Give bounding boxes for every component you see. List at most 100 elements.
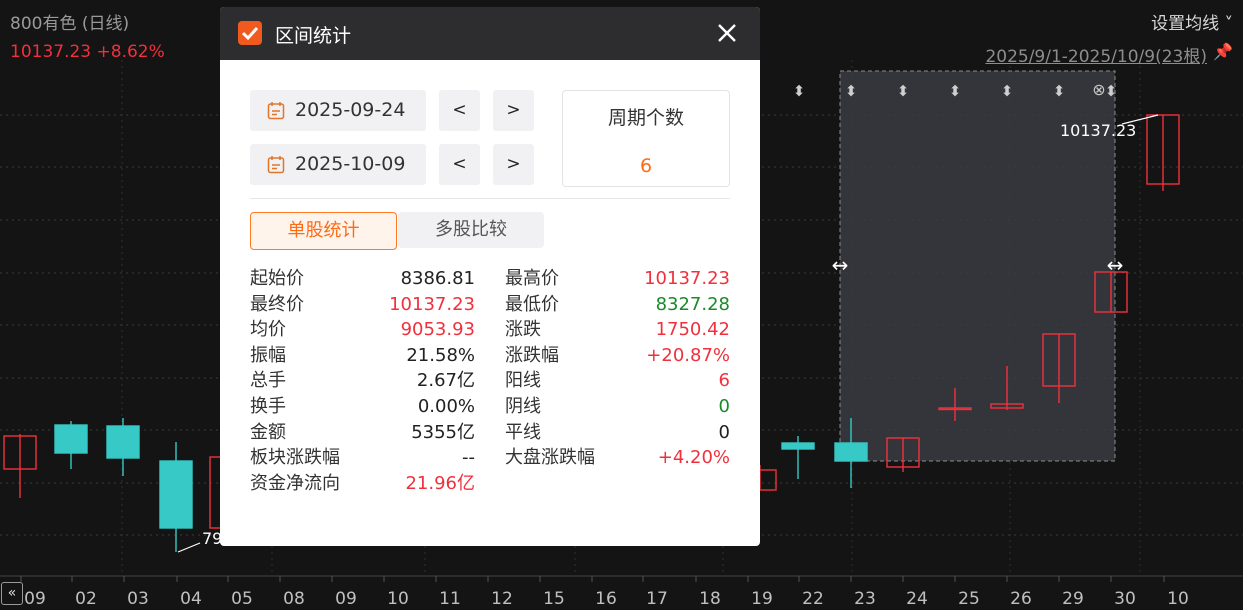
divider — [250, 198, 730, 199]
x-axis-label: 04 — [180, 589, 202, 609]
x-axis-label: 17 — [646, 589, 668, 609]
x-axis-label: 02 — [75, 589, 97, 609]
drag-handle-icon: ⬍ — [793, 82, 806, 100]
start-date-next-button[interactable]: > — [493, 90, 534, 131]
left_stats-label: 振幅 — [250, 344, 286, 366]
left_stats-value: -- — [462, 447, 475, 469]
left_stats-value: 21.58% — [406, 344, 475, 366]
price-change: 10137.23 +8.62% — [10, 42, 165, 62]
calendar-icon — [267, 156, 285, 174]
left_stats-label: 金额 — [250, 421, 286, 443]
left_stats-value: 5355亿 — [411, 421, 475, 443]
right_stats-value: +4.20% — [657, 447, 730, 469]
left_stats-value: 8386.81 — [400, 268, 475, 289]
x-axis-label: 18 — [699, 589, 721, 609]
range-label[interactable]: 2025/9/1-2025/10/9(23根) — [985, 42, 1207, 67]
x-axis-label: 03 — [127, 589, 149, 609]
x-axis-label: 09 — [335, 589, 357, 609]
remove-selection-icon: ⊗ — [1092, 80, 1105, 99]
right_stats-value: 0 — [718, 396, 730, 417]
end-date-prev-button[interactable]: < — [439, 144, 480, 185]
candle-body — [54, 424, 88, 454]
left_stats-value: 9053.93 — [400, 319, 475, 341]
x-axis-label: 05 — [231, 589, 253, 609]
right_stats-value: +20.87% — [646, 344, 730, 366]
check-icon — [238, 21, 262, 45]
candle-body — [834, 442, 868, 462]
x-axis-label: 08 — [283, 589, 305, 609]
right_stats-value: 10137.23 — [644, 268, 730, 289]
start-date-value: 2025-09-24 — [295, 99, 406, 121]
period-count-value: 6 — [639, 155, 653, 177]
right_stats-value: 8327.28 — [655, 293, 730, 315]
right_stats-label: 阴线 — [505, 396, 541, 417]
left_stats-label: 最终价 — [250, 293, 304, 315]
right_stats-label: 涨跌 — [505, 319, 541, 341]
x-axis-label: 12 — [491, 589, 513, 609]
drag-handle-icon: ⬍ — [1001, 82, 1014, 100]
end-date-value: 2025-10-09 — [295, 153, 406, 175]
left_stats-label: 均价 — [250, 319, 286, 341]
end-date-next-button[interactable]: > — [493, 144, 534, 185]
right_stats-label: 平线 — [505, 421, 541, 443]
period-count-box: 周期个数 6 — [562, 90, 730, 187]
start-date-prev-button[interactable]: < — [439, 90, 480, 131]
drag-handle-icon: ⬍ — [897, 82, 910, 100]
resize-handle-icon: ↔ — [1107, 253, 1124, 277]
right_stats-label: 最高价 — [505, 268, 559, 289]
low-price-arrow — [177, 542, 201, 553]
x-axis-label: 25 — [958, 589, 980, 609]
dialog-title: 区间统计 — [275, 25, 352, 47]
resize-handle-icon: ↔ — [832, 253, 849, 277]
right_stats-label: 阳线 — [505, 370, 541, 392]
x-axis-label: 10 — [387, 589, 409, 609]
x-axis-label: 11 — [439, 589, 461, 609]
chart-title: 800有色 (日线) — [10, 14, 130, 34]
left_stats-value: 21.96亿 — [405, 472, 475, 494]
right_stats-value: 1750.42 — [655, 319, 730, 341]
tab-multi-compare[interactable]: 多股比较 — [398, 212, 544, 248]
scroll-left-icon[interactable]: « — [1, 582, 23, 605]
x-axis-label: 23 — [854, 589, 876, 609]
left_stats-label: 换手 — [250, 396, 286, 417]
right_stats-label: 大盘涨跌幅 — [505, 447, 595, 469]
high-price-arrow — [1121, 114, 1159, 125]
right_stats-value: 6 — [718, 370, 730, 392]
dialog-header: 区间统计 — [220, 7, 760, 60]
x-axis-label: 30 — [1114, 589, 1136, 609]
candle-body — [781, 442, 815, 450]
left_stats-label: 资金净流向 — [250, 472, 340, 494]
left_stats-value: 10137.23 — [389, 293, 475, 315]
left_stats-label: 起始价 — [250, 268, 304, 289]
x-axis-label: 29 — [1062, 589, 1084, 609]
tab-single-stock[interactable]: 单股统计 — [250, 212, 397, 250]
x-axis-label: 26 — [1010, 589, 1032, 609]
end-date-field[interactable]: 2025-10-09 — [250, 144, 426, 185]
x-axis-label: 24 — [906, 589, 928, 609]
drag-handle-icon: ⬍ — [949, 82, 962, 100]
right_stats-value: 0 — [718, 421, 730, 443]
calendar-icon — [267, 102, 285, 120]
drag-handle-icon: ⬍ — [1105, 82, 1118, 100]
interval-stats-dialog: 区间统计 2025-09-24 < > 2025-10-09 < > 周期个数 … — [220, 7, 760, 546]
right_stats-label: 涨跌幅 — [505, 344, 559, 366]
x-axis-label: 16 — [595, 589, 617, 609]
x-axis-label: 22 — [802, 589, 824, 609]
left_stats-value: 2.67亿 — [416, 370, 475, 392]
candle-body — [159, 460, 193, 529]
close-icon[interactable] — [715, 21, 739, 45]
left_stats-label: 板块涨跌幅 — [250, 447, 340, 469]
left_stats-label: 总手 — [250, 370, 286, 392]
candle-body — [106, 425, 140, 459]
ma-setting-button[interactable]: 设置均线 ˅ — [1151, 9, 1233, 34]
left_stats-value: 0.00% — [417, 396, 475, 417]
period-count-label: 周期个数 — [607, 107, 684, 129]
pin-icon[interactable]: 📌 — [1213, 42, 1233, 61]
drag-handle-icon: ⬍ — [1053, 82, 1066, 100]
start-date-field[interactable]: 2025-09-24 — [250, 90, 426, 131]
x-axis-label: 19 — [751, 589, 773, 609]
x-axis-label: 10 — [1167, 589, 1189, 609]
x-axis-label: 15 — [543, 589, 565, 609]
x-axis-label: 09 — [24, 589, 46, 609]
drag-handle-icon: ⬍ — [845, 82, 858, 100]
